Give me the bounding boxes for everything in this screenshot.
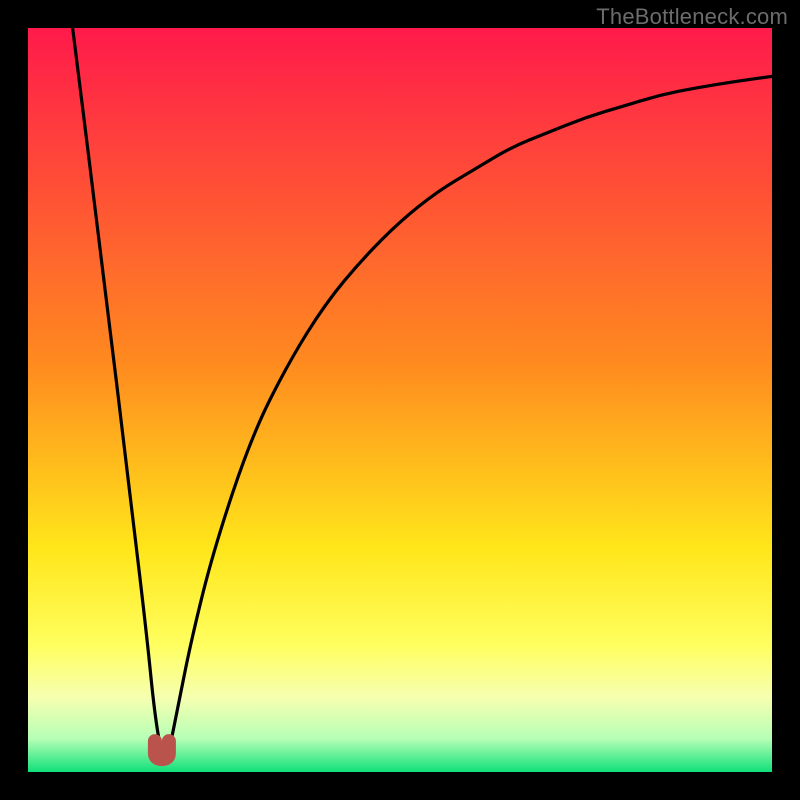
- chart-svg: [28, 28, 772, 772]
- optimum-marker: [155, 741, 169, 759]
- gradient-background: [28, 28, 772, 772]
- plot-area: [28, 28, 772, 772]
- watermark-text: TheBottleneck.com: [596, 4, 788, 30]
- chart-frame: TheBottleneck.com: [0, 0, 800, 800]
